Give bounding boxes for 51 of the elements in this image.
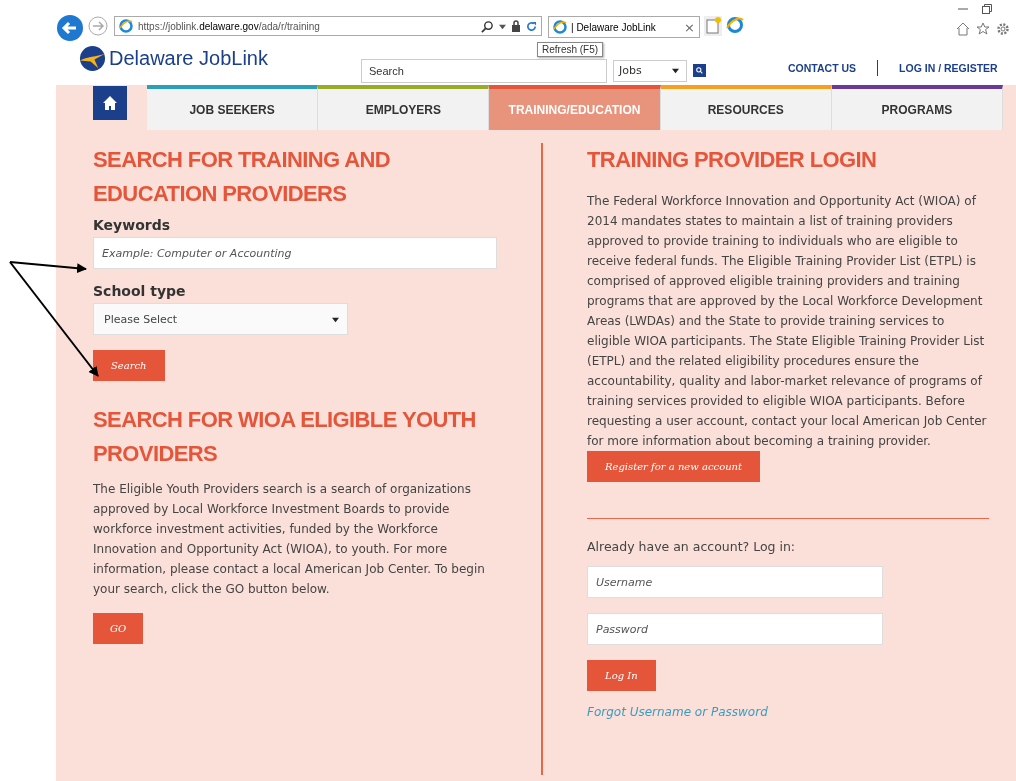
- url-text: https://joblink.delaware.gov/ada/r/training: [138, 20, 321, 32]
- search-icon[interactable]: [481, 19, 494, 33]
- contact-link[interactable]: CONTACT US: [788, 61, 857, 74]
- browser-tab[interactable]: | Delaware JobLink ×: [548, 16, 700, 38]
- nav-tab[interactable]: PROGRAMS: [831, 85, 1003, 130]
- tab-title: | Delaware JobLink: [571, 21, 657, 33]
- caret-icon[interactable]: [499, 22, 506, 30]
- refresh-icon[interactable]: [526, 20, 537, 32]
- back-icon[interactable]: [56, 14, 84, 42]
- description-text: The Eligible Youth Providers search is a search of organizations approved by Local Workforce Investment Boards to provide workforce investment activities, funded by the Workforce Innovation and Opportunity Act (WIOA), to youth. For more information, please contact a local American Job Center. To begin your search, click the GO button below.: [93, 481, 486, 598]
- login-link[interactable]: LOG IN / REGISTER: [899, 61, 998, 74]
- home-button[interactable]: [93, 86, 127, 120]
- logo-text[interactable]: Delaware JobLink: [109, 47, 268, 70]
- login-prompt: Already have an account? Log in:: [587, 539, 796, 554]
- restore-icon[interactable]: [982, 4, 992, 14]
- section-heading: SEARCH FOR WIOA ELIGIBLE YOUTH PROVIDERS: [93, 406, 477, 468]
- caret-icon: [332, 315, 339, 323]
- browser-icon[interactable]: [726, 16, 744, 34]
- section-heading: TRAINING PROVIDER LOGIN: [587, 146, 877, 174]
- go-button[interactable]: GO: [93, 613, 144, 644]
- username-field[interactable]: Username: [587, 566, 883, 598]
- field-label: School type: [93, 283, 186, 299]
- lock-icon: [511, 20, 521, 32]
- search-button[interactable]: Search: [93, 350, 165, 381]
- tooltip: Refresh (F5): [537, 42, 604, 57]
- nav-tab[interactable]: RESOURCES: [660, 85, 832, 130]
- section-heading: SEARCH FOR TRAINING AND EDUCATION PROVIDERS: [93, 146, 392, 208]
- home-icon: [102, 95, 118, 111]
- nav-tab[interactable]: JOB SEEKERS: [147, 85, 319, 130]
- keywords-field[interactable]: Example: Computer or Accounting: [93, 237, 497, 269]
- login-button[interactable]: Log In: [587, 660, 656, 691]
- field-label: Keywords: [93, 217, 171, 233]
- browser-icon: [553, 20, 567, 34]
- address-bar[interactable]: https://joblink.delaware.gov/ada/r/training: [114, 16, 542, 36]
- browser-icon: [119, 19, 133, 33]
- caret-icon: [672, 67, 679, 74]
- close-button[interactable]: ×: [684, 19, 695, 35]
- search-icon: [696, 67, 703, 74]
- category-select[interactable]: Jobs: [613, 59, 687, 82]
- search-field[interactable]: Search: [361, 58, 607, 83]
- search-button[interactable]: [693, 64, 706, 77]
- register-button[interactable]: Register for a new account: [587, 451, 761, 482]
- nav-tab[interactable]: EMPLOYERS: [318, 85, 490, 130]
- forward-icon[interactable]: [88, 16, 108, 36]
- settings-icon[interactable]: [996, 22, 1010, 36]
- description-text: The Federal Workforce Innovation and Opportunity Act (WIOA) of 2014 mandates states to maintain a list of training providers approved to provide training to individuals who are eligible to receive federal funds. The Eligible Training Provider List (ETPL) is comprised of approved eligible training providers and training programs that are approved by the Local Workforce Development Areas (LWDAs) and the State to provide training services to eligible WIOA participants. The State Eligible Training Provider List (ETPL) and the related eligibility procedures ensure the accountability, quality and labor-market relevance of programs of training services provided to eligible WIOA participants. Before requesting a user account, contact your local American Job Center for more information about becoming a training provider.: [587, 193, 988, 450]
- password-field[interactable]: Password: [587, 613, 883, 645]
- logo-icon: [79, 45, 106, 72]
- star-icon[interactable]: [976, 22, 990, 36]
- school-type-select[interactable]: Please Select: [93, 303, 348, 335]
- home-icon[interactable]: [956, 22, 970, 36]
